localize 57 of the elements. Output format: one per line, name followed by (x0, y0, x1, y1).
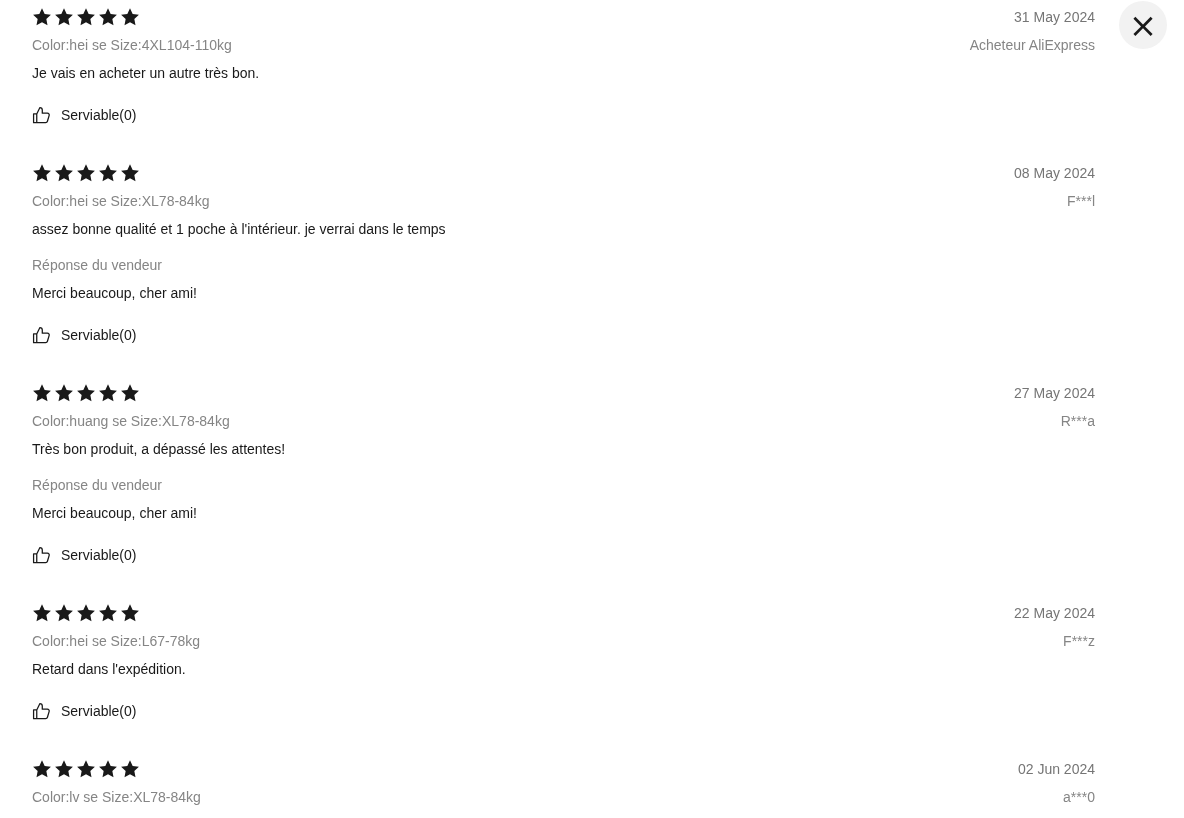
star-icon (98, 163, 118, 183)
star-icon (76, 7, 96, 27)
star-icon (32, 7, 52, 27)
review-text: Très bon produit, a dépassé les attentes! (32, 440, 286, 459)
star-icon (76, 759, 96, 779)
star-icon (32, 603, 52, 623)
thumbs-up-icon (32, 325, 51, 345)
review-text: Retard dans l'expédition. (32, 660, 186, 679)
review-date: 02 Jun 2024 (1017, 760, 1095, 779)
star-icon (32, 759, 52, 779)
review-date: 08 May 2024 (1014, 164, 1095, 183)
reviewer-name: F***l (1067, 192, 1095, 211)
seller-reply-text: Merci beaucoup, cher ami! (32, 284, 197, 303)
star-icon (32, 383, 52, 403)
helpful-button[interactable]: Serviable(0) (32, 321, 137, 349)
helpful-button[interactable]: Serviable(0) (32, 101, 137, 129)
star-icon (76, 603, 96, 623)
variant-info: Color:hei se Size:L67-78kg (32, 632, 201, 651)
star-icon (76, 383, 96, 403)
seller-reply-text: Merci beaucoup, cher ami! (32, 504, 197, 523)
star-icon (120, 603, 140, 623)
seller-reply-label: Réponse du vendeur (32, 256, 162, 275)
variant-info: Color:lv se Size:XL78-84kg (32, 788, 201, 807)
review-text: Je vais en acheter un autre très bon. (32, 64, 260, 83)
star-icon (120, 759, 140, 779)
reviewer-name: Acheteur AliExpress (969, 36, 1095, 55)
thumbs-up-icon (32, 105, 51, 125)
variant-info: Color:hei se Size:XL78-84kg (32, 192, 210, 211)
seller-reply-label: Réponse du vendeur (32, 476, 162, 495)
helpful-button[interactable]: Serviable(0) (32, 541, 137, 569)
star-icon (54, 7, 74, 27)
star-icon (54, 163, 74, 183)
star-icon (120, 7, 140, 27)
star-icon (98, 759, 118, 779)
star-icon (54, 603, 74, 623)
review-date: 27 May 2024 (1014, 384, 1095, 403)
review-text: assez bonne qualité et 1 poche à l'intérieur. je verrai dans le temps (32, 220, 446, 239)
star-icon (120, 163, 140, 183)
star-icon (54, 759, 74, 779)
star-icon (76, 163, 96, 183)
review-date: 31 May 2024 (1014, 8, 1095, 27)
reviewer-name: a***0 (1063, 788, 1095, 807)
review-date: 22 May 2024 (1014, 604, 1095, 623)
close-button[interactable]: × (1119, 1, 1167, 49)
thumbs-up-icon (32, 701, 51, 721)
star-icon (98, 603, 118, 623)
variant-info: Color:huang se Size:XL78-84kg (32, 412, 230, 431)
variant-info: Color:hei se Size:4XL104-110kg (32, 36, 232, 55)
thumbs-up-icon (32, 545, 51, 565)
star-icon (32, 163, 52, 183)
star-icon (98, 7, 118, 27)
reviewer-name: F***z (1063, 632, 1095, 651)
star-icon (98, 383, 118, 403)
helpful-button[interactable]: Serviable(0) (32, 697, 137, 725)
reviewer-name: R***a (1060, 412, 1095, 431)
star-icon (54, 383, 74, 403)
star-icon (120, 383, 140, 403)
